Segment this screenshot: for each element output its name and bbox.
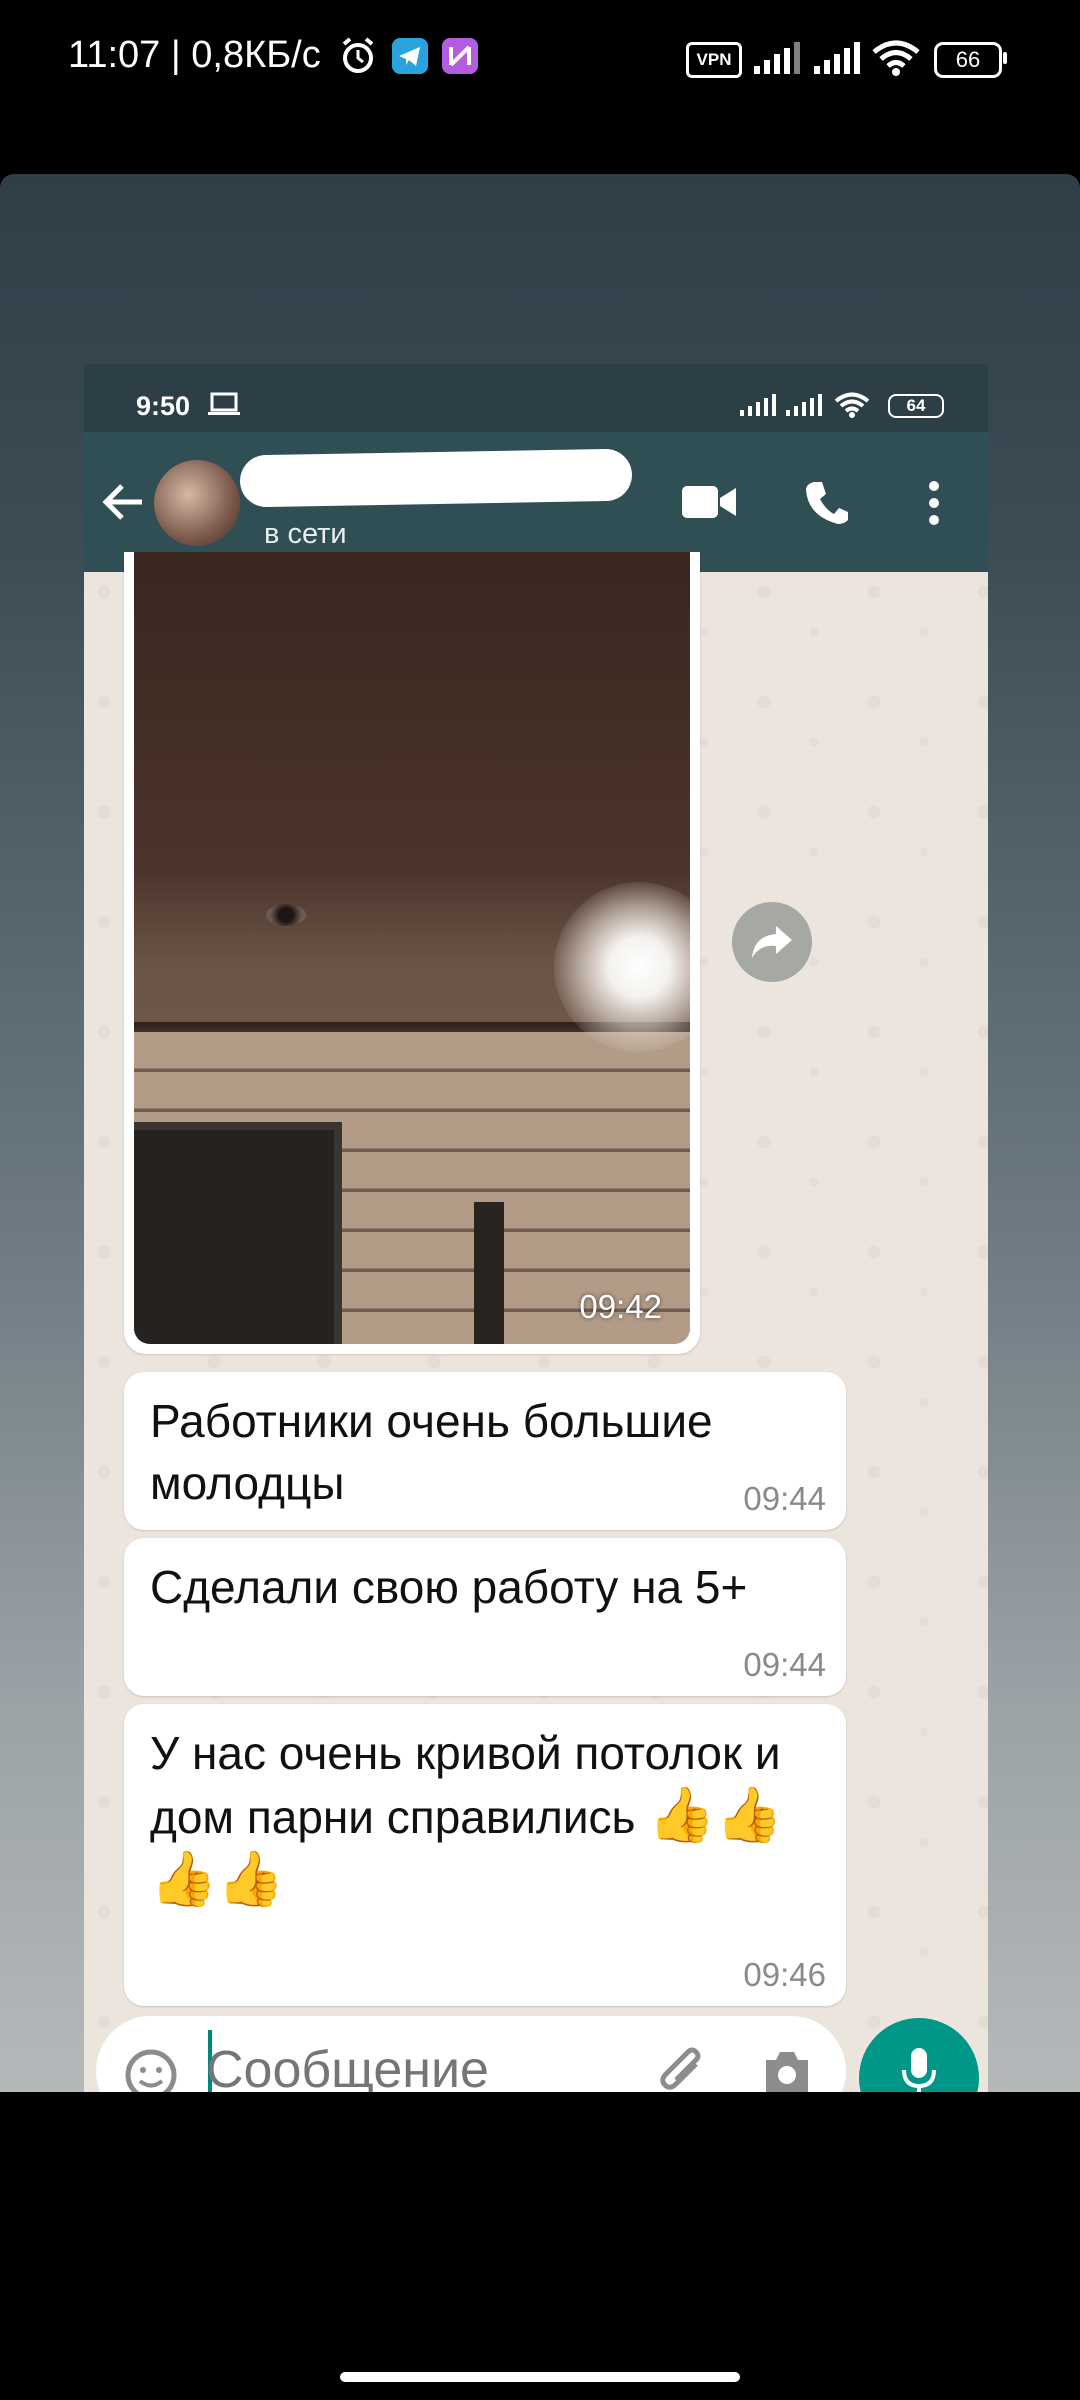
contact-status: в сети — [264, 518, 347, 550]
contact-name-redacted[interactable] — [239, 448, 633, 508]
outer-status-bar: 11:07 | 0,8КБ/с VPN 66 — [0, 0, 1080, 120]
inner-status-bar: 9:50 64 — [84, 364, 988, 432]
back-arrow-icon[interactable] — [102, 480, 146, 524]
attach-icon[interactable] — [656, 2046, 710, 2092]
message-composer[interactable] — [96, 2016, 846, 2092]
message-text: Сделали свою работу на 5+ — [150, 1561, 748, 1613]
signal-icon — [754, 42, 800, 74]
media-message[interactable]: 09:42 — [124, 552, 700, 1354]
message-time: 09:44 — [743, 1646, 826, 1683]
forward-icon — [752, 926, 792, 958]
more-vert-icon[interactable] — [926, 480, 942, 526]
battery-tip — [1003, 52, 1007, 64]
battery-indicator: 66 — [934, 42, 1002, 78]
photo-post — [474, 1202, 504, 1344]
signal-icon — [814, 42, 860, 74]
network-speed: | 0,8КБ/с — [170, 34, 321, 76]
mic-icon — [902, 2048, 936, 2092]
outer-status-time: 11:07 | 0,8КБ/с — [68, 34, 321, 77]
app-icon — [442, 38, 478, 74]
laptop-icon — [208, 392, 240, 415]
message-text: У нас очень кривой потолок и дом парни с… — [150, 1722, 820, 1912]
message-time: 09:44 — [743, 1480, 826, 1517]
home-indicator[interactable] — [340, 2372, 740, 2382]
message-text: Работники очень большие молодцы — [150, 1395, 713, 1509]
photo-door — [134, 1122, 342, 1344]
text-message[interactable]: У нас очень кривой потолок и дом парни с… — [124, 1704, 846, 2006]
video-call-icon[interactable] — [682, 484, 736, 520]
message-time: 09:42 — [579, 1288, 662, 1325]
message-time: 09:46 — [743, 1956, 826, 1993]
wifi-icon — [834, 392, 870, 418]
outer-clock: 11:07 — [68, 34, 161, 76]
phone-icon[interactable] — [804, 480, 850, 526]
text-message[interactable]: Сделали свою работу на 5+ 09:44 — [124, 1538, 846, 1696]
text-message[interactable]: Работники очень большие молодцы 09:44 — [124, 1372, 846, 1530]
inner-clock: 9:50 — [136, 391, 191, 421]
emoji-icon[interactable] — [124, 2048, 178, 2092]
inner-battery-indicator: 64 — [888, 394, 944, 418]
forward-button[interactable] — [732, 902, 812, 982]
contact-avatar[interactable] — [154, 460, 240, 546]
photo-lamp — [266, 904, 306, 926]
camera-icon[interactable] — [762, 2048, 812, 2092]
signal-icon — [740, 394, 776, 416]
chat-body[interactable]: 09:42 Работники очень большие молодцы 09… — [84, 552, 988, 2092]
inner-screenshot: 9:50 64 в сети 09:42 Работники очень бол… — [84, 364, 988, 2092]
signal-icon — [786, 394, 822, 416]
vpn-badge: VPN — [686, 42, 742, 78]
photo-thumbnail[interactable]: 09:42 — [134, 552, 690, 1344]
chat-header: в сети — [84, 432, 988, 572]
message-input[interactable] — [206, 2040, 506, 2092]
telegram-icon — [392, 38, 428, 74]
wifi-icon — [872, 40, 920, 76]
alarm-icon — [342, 37, 374, 73]
